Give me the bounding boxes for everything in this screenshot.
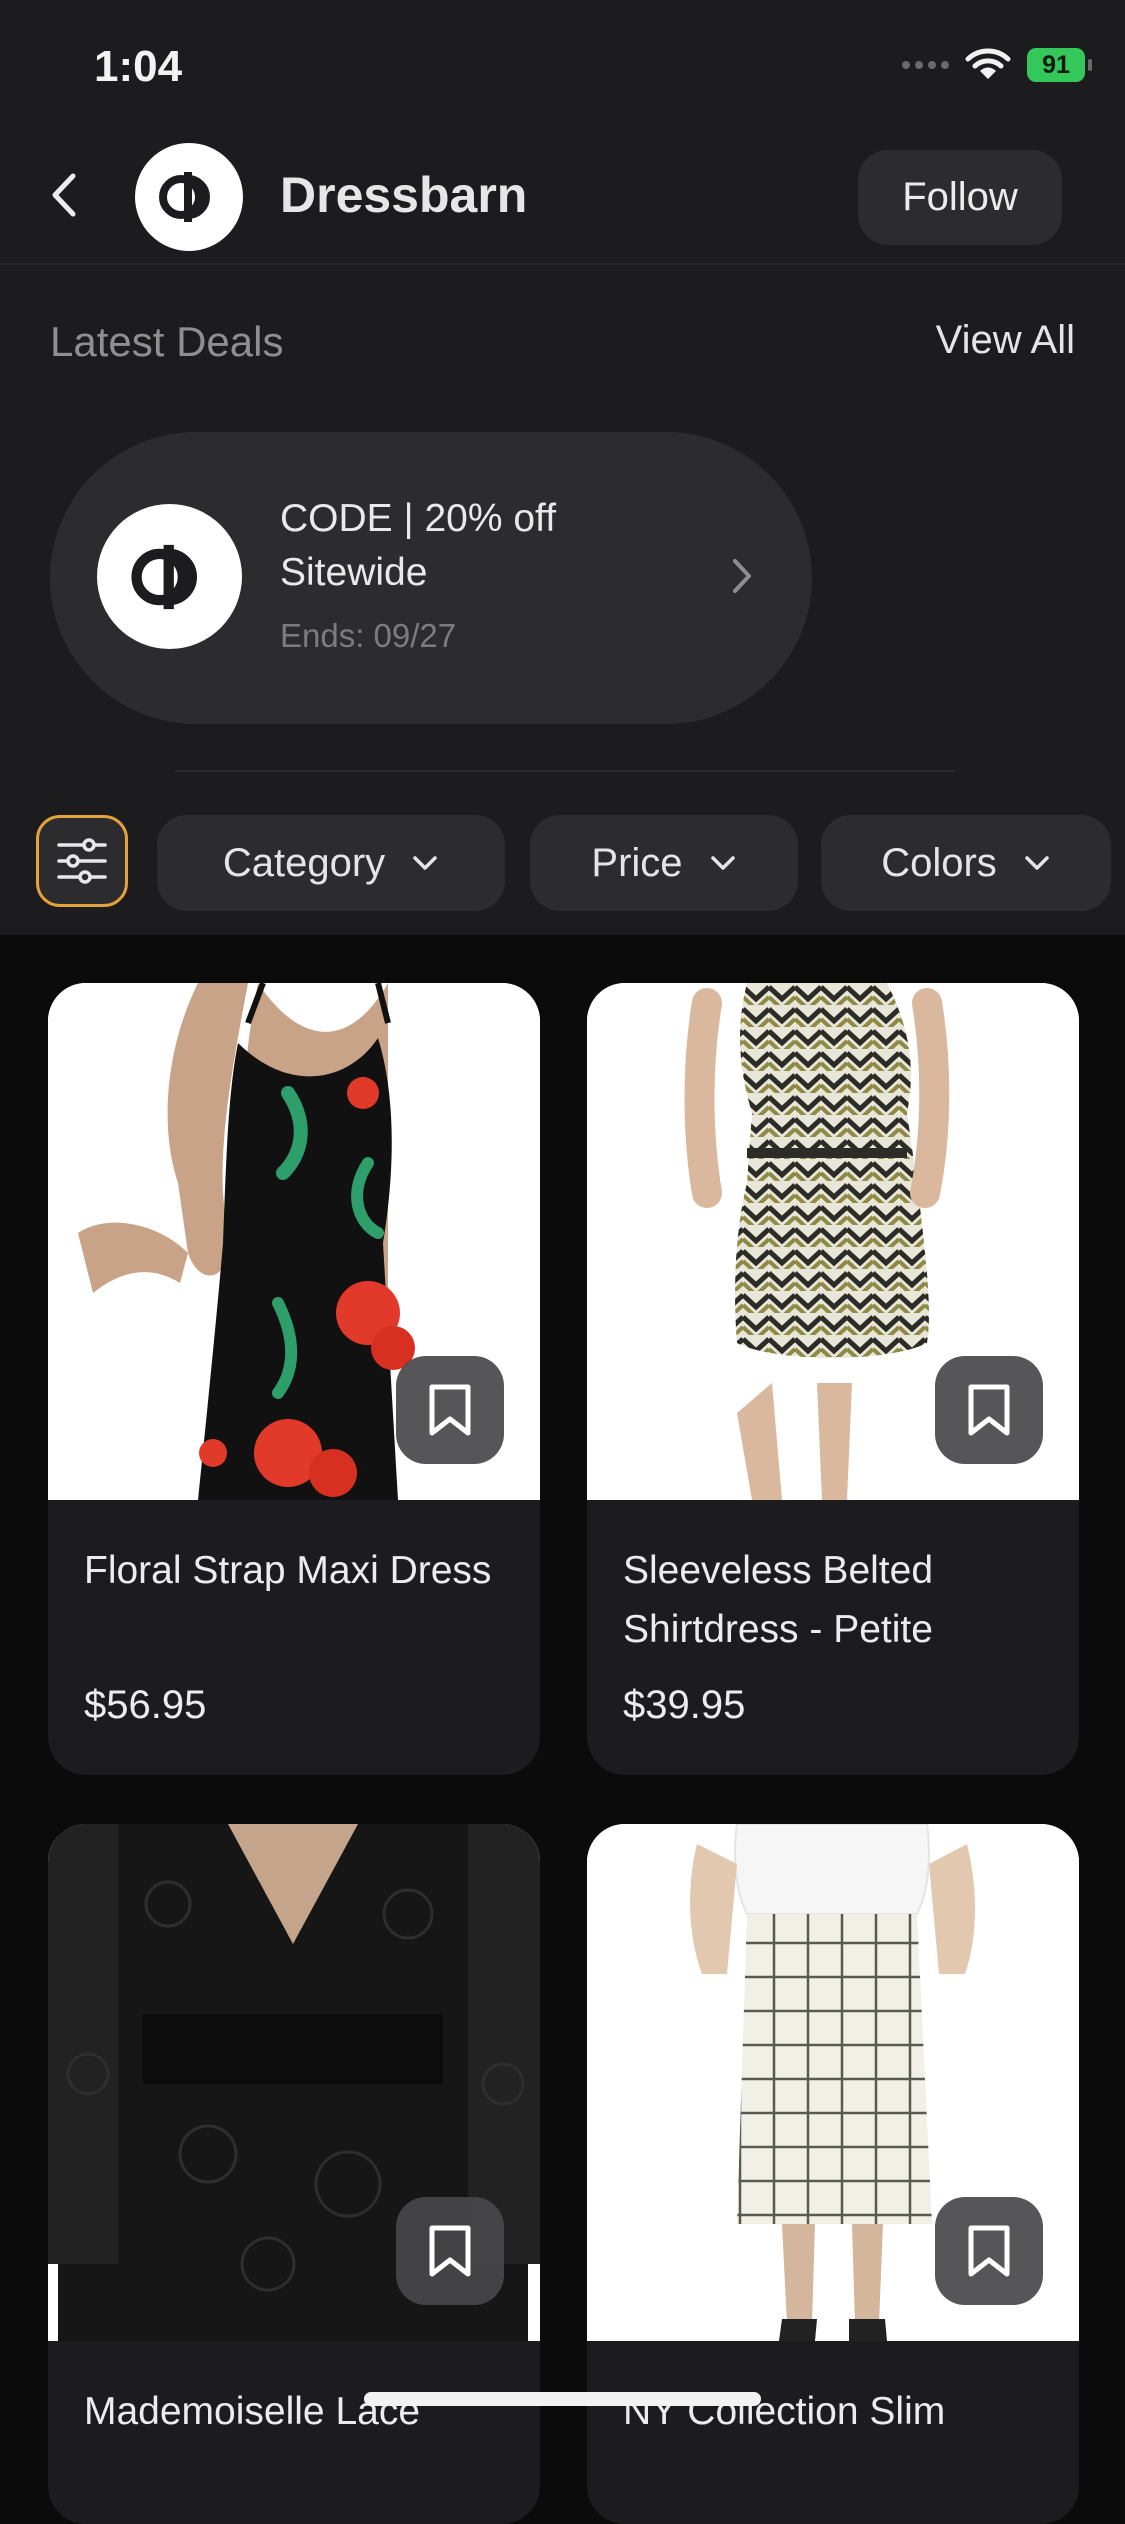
chip-label: Category [222,840,386,885]
bookmark-icon [968,1384,1010,1436]
product-card[interactable]: Floral Strap Maxi Dress $56.95 [48,983,540,1775]
status-time: 1:04 [94,42,183,91]
chevron-down-icon [413,856,437,870]
deal-title: CODE | 20% off Sitewide [280,497,557,594]
chip-label: Price [591,840,683,885]
product-name: NY Collection Slim [623,2390,946,2433]
chip-label: Colors [881,840,997,885]
bookmark-button[interactable] [396,1356,504,1464]
store-logo-icon [159,172,210,222]
latest-deals-title: Latest Deals [50,318,284,365]
follow-button[interactable]: Follow [858,150,1062,245]
view-all-link[interactable]: View All [936,318,1075,363]
product-name: Floral Strap Maxi Dress [84,1549,492,1592]
bookmark-button[interactable] [935,1356,1043,1464]
sliders-icon [57,838,107,884]
product-name: Sleeveless Belted Shirtdress - Petite [623,1549,934,1651]
chevron-down-icon [710,856,735,870]
status-icons: 91 [902,48,1092,82]
battery-icon: 91 [1027,48,1092,82]
deal-ends: Ends: 09/27 [280,617,457,654]
product-price: $39.95 [623,1683,746,1727]
chevron-left-icon [52,173,76,217]
product-card[interactable]: NY Collection Slim [587,1824,1079,2524]
deal-store-logo [97,504,242,649]
wifi-icon [965,48,1011,79]
chevron-right-icon [733,559,751,593]
product-price: $56.95 [84,1683,207,1727]
bookmark-button[interactable] [396,2197,504,2305]
bookmark-button[interactable] [935,2197,1043,2305]
price-filter-chip[interactable]: Price [530,815,798,911]
home-indicator [364,2392,761,2406]
bookmark-icon [429,1384,471,1436]
filter-button[interactable] [36,815,128,907]
section-divider [175,770,955,772]
bookmark-icon [429,2225,471,2277]
chevron-down-icon [1025,856,1049,870]
back-button[interactable] [34,165,94,225]
category-filter-chip[interactable]: Category [157,815,505,911]
store-logo-icon [130,544,197,609]
colors-filter-chip[interactable]: Colors [821,815,1111,911]
cellular-signal-icon [902,61,949,69]
deal-card[interactable]: CODE | 20% off Sitewide Ends: 09/27 [50,432,812,724]
product-card[interactable]: Sleeveless Belted Shirtdress - Petite $3… [587,983,1079,1775]
product-card[interactable]: Mademoiselle Lace [48,1824,540,2524]
bookmark-icon [968,2225,1010,2277]
header-divider [0,263,1125,265]
store-avatar[interactable] [135,143,243,251]
product-name: Mademoiselle Lace [84,2390,421,2433]
store-name: Dressbarn [280,167,528,223]
